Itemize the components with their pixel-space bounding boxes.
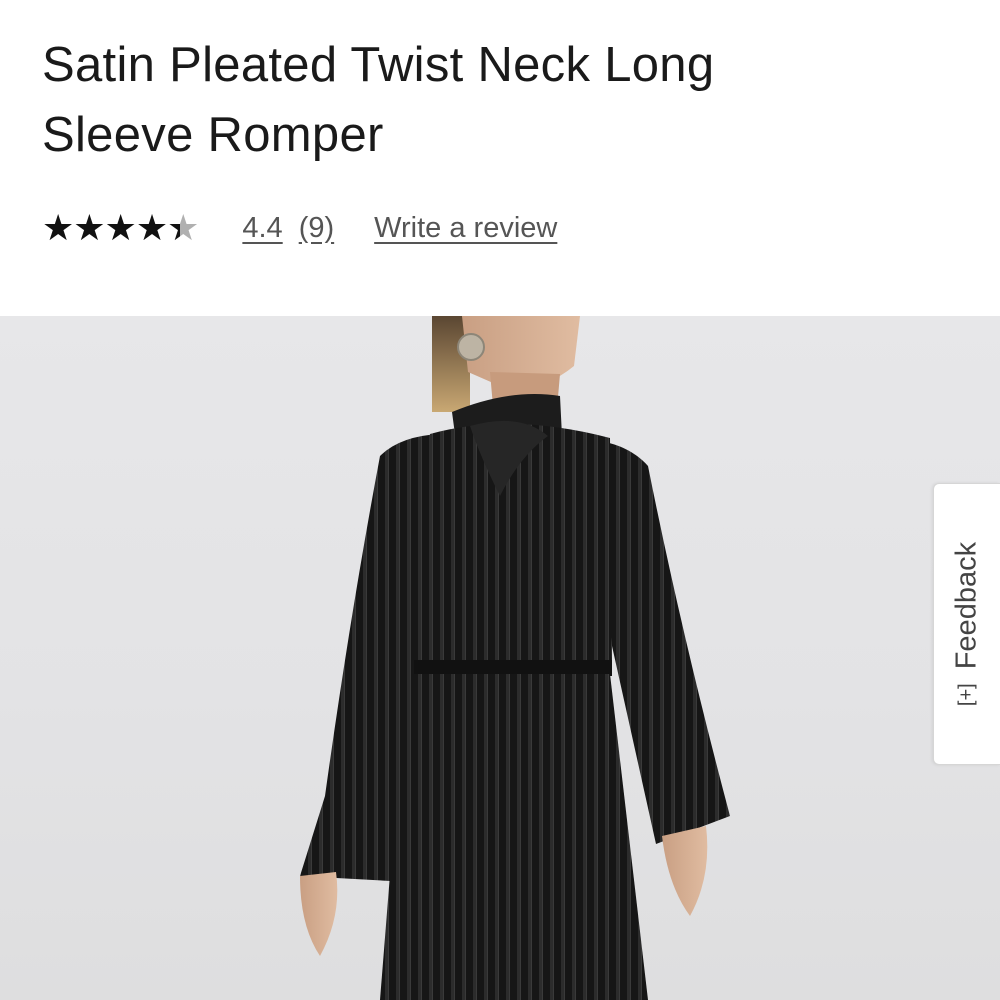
feedback-tab[interactable]: [+] Feedback (933, 483, 1000, 765)
star-rating[interactable]: ★★★★★ ★★★★★ (42, 208, 199, 248)
product-title-line-1: Satin Pleated Twist Neck Long (42, 38, 715, 92)
product-title: Satin Pleated Twist Neck Long Sleeve Rom… (42, 30, 942, 170)
feedback-label: Feedback (950, 541, 983, 670)
product-title-line-2: Sleeve Romper (42, 108, 384, 162)
star-icons-filled: ★★★★★ (42, 208, 180, 248)
feedback-content: [+] Feedback (951, 542, 984, 706)
plus-box-icon: [+] (955, 683, 978, 707)
product-header: Satin Pleated Twist Neck Long Sleeve Rom… (42, 30, 942, 170)
model-photo (300, 316, 730, 1000)
review-count-link[interactable]: (9) (299, 212, 334, 245)
product-image[interactable] (0, 316, 1000, 1000)
write-review-link[interactable]: Write a review (374, 212, 557, 245)
rating-row: ★★★★★ ★★★★★ 4.4 (9) Write a review (42, 198, 557, 258)
rating-value-link[interactable]: 4.4 (242, 212, 282, 245)
